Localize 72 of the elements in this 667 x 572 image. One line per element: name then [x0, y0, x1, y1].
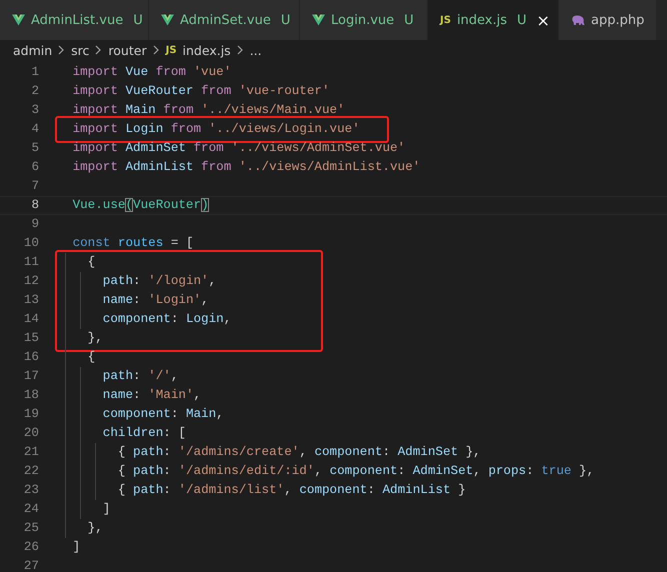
- breadcrumb-item[interactable]: router: [108, 42, 147, 58]
- code-line: import Login from '../views/Login.vue': [72, 122, 360, 136]
- code-line: children: [: [102, 426, 186, 440]
- close-button[interactable]: ×: [536, 10, 550, 30]
- line-number: 3: [30, 102, 39, 119]
- vue-logo-icon: [12, 14, 25, 26]
- breadcrumb-item[interactable]: admin: [13, 42, 52, 58]
- code-line: },: [86, 331, 103, 345]
- line-number: 25: [22, 520, 39, 537]
- code-line: },: [86, 521, 103, 535]
- chevron-right-icon: [58, 45, 66, 55]
- editor-tab[interactable]: AdminSet.vue U: [149, 0, 300, 40]
- line-number: 5: [30, 140, 39, 157]
- code-line: component: Login,: [102, 312, 232, 326]
- line-number: 16: [22, 349, 39, 366]
- line-number: 6: [30, 159, 39, 176]
- line-number: 24: [22, 501, 39, 518]
- breadcrumb-item[interactable]: index.js: [182, 42, 231, 58]
- line-number: 12: [22, 273, 39, 290]
- line-number: 2: [30, 83, 39, 100]
- line-number: 11: [22, 254, 39, 271]
- code-line: import Main from '../views/Main.vue': [72, 103, 345, 117]
- editor-tab[interactable]: JS index.js U ×: [428, 0, 559, 40]
- line-number: 21: [22, 444, 39, 461]
- code-line: {: [86, 255, 96, 269]
- elephant-icon: [571, 14, 585, 26]
- chevron-right-icon: [152, 45, 160, 55]
- code-line: Vue.use(VueRouter): [72, 198, 209, 212]
- code-line: import VueRouter from 'vue-router': [72, 84, 330, 98]
- code-line: path: '/login',: [102, 274, 216, 288]
- line-number: 20: [22, 425, 39, 442]
- code-line: import AdminList from '../views/AdminList.vue': [72, 160, 420, 174]
- line-number: 10: [22, 235, 39, 252]
- line-number: 19: [22, 406, 39, 423]
- code-line: import AdminSet from '../views/AdminSet.vue': [72, 141, 406, 155]
- line-number: 22: [22, 463, 39, 480]
- line-number: 14: [22, 311, 39, 328]
- editor-tab[interactable]: AdminList.vue U: [0, 0, 149, 40]
- line-number: 4: [30, 121, 39, 138]
- line-number: 18: [22, 387, 39, 404]
- line-number: 15: [22, 330, 39, 347]
- code-line: { path: '/admins/create', component: AdminSet },: [116, 445, 481, 459]
- line-number: 17: [22, 368, 39, 385]
- breadcrumb-item[interactable]: src: [71, 42, 90, 58]
- line-number: 27: [22, 558, 39, 572]
- code-line: name: 'Main',: [102, 388, 202, 402]
- line-number: 9: [30, 216, 39, 233]
- breadcrumb-item[interactable]: ...: [250, 42, 262, 58]
- code-line: ]: [102, 502, 110, 516]
- js-label: JS: [166, 44, 177, 56]
- line-number: 26: [22, 539, 39, 556]
- code-line: component: Main,: [102, 407, 224, 421]
- editor-tab[interactable]: Login.vue U: [300, 0, 428, 40]
- vue-logo-icon: [312, 14, 325, 26]
- chevron-right-icon: [95, 45, 102, 55]
- code-line: { path: '/admins/edit/:id', component: AdminSet, props: true },: [116, 464, 594, 478]
- line-number: 1: [30, 64, 39, 81]
- chevron-right-icon: [236, 45, 244, 55]
- line-number: 13: [22, 292, 39, 309]
- code-line: ]: [72, 540, 80, 554]
- line-number: 23: [22, 482, 39, 499]
- code-line: {: [86, 350, 96, 364]
- vue-logo-icon: [161, 14, 174, 26]
- js-label: JS: [440, 14, 451, 26]
- code-line: path: '/',: [102, 369, 178, 383]
- code-line: import Vue from 'vue': [72, 65, 232, 79]
- code-line: { path: '/admins/list', component: AdminList }: [116, 483, 466, 497]
- code-line: name: 'Login',: [102, 293, 209, 307]
- code-line: const routes = [: [72, 236, 194, 250]
- editor-tab[interactable]: app.php: [559, 0, 658, 40]
- line-number: 8: [30, 197, 39, 214]
- line-number: 7: [30, 178, 39, 195]
